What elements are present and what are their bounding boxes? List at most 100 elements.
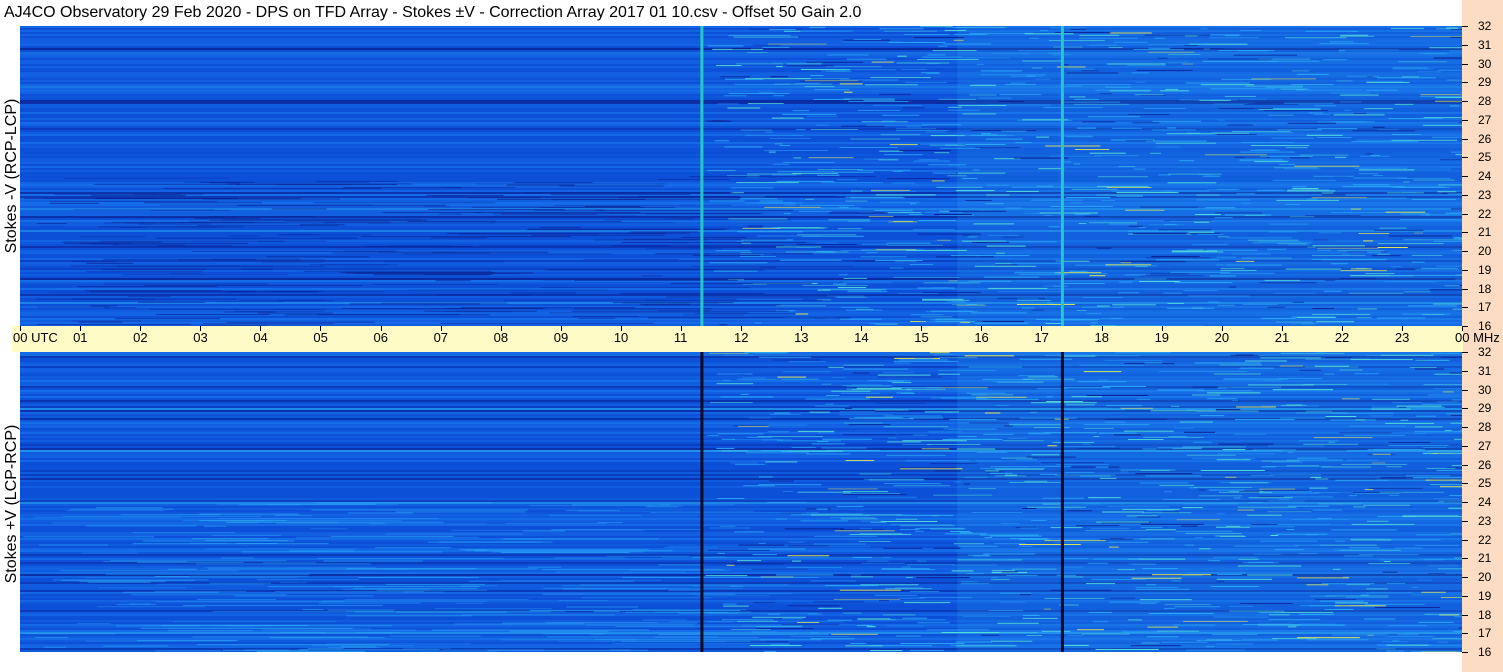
- signal-streak: [1048, 226, 1060, 228]
- signal-streak: [1079, 37, 1138, 39]
- signal-streak: [732, 438, 792, 440]
- signal-streak: [1086, 313, 1102, 315]
- background-streak: [144, 285, 362, 286]
- signal-streak: [1215, 535, 1245, 537]
- signal-streak: [1279, 164, 1295, 165]
- signal-streak: [1097, 176, 1148, 178]
- signal-streak: [1085, 407, 1107, 409]
- signal-streak: [745, 135, 804, 137]
- x-tick: [1341, 326, 1343, 331]
- background-streak: [52, 579, 209, 581]
- signal-streak: [975, 265, 1036, 267]
- signal-streak: [1317, 128, 1357, 130]
- x-tick-label: 21: [1274, 330, 1290, 345]
- signal-streak: [979, 534, 1039, 536]
- background-streak: [459, 549, 649, 551]
- chart-title: AJ4CO Observatory 29 Feb 2020 - DPS on T…: [4, 4, 862, 21]
- signal-streak: [782, 371, 832, 373]
- signal-streak: [774, 143, 783, 145]
- y-tick: [1462, 464, 1468, 466]
- signal-streak: [1453, 630, 1462, 632]
- signal-streak: [1062, 566, 1083, 568]
- signal-streak: [1030, 199, 1083, 201]
- signal-streak: [797, 430, 835, 432]
- background-streak: [487, 278, 536, 280]
- background-streak: [133, 193, 203, 195]
- background-streak: [168, 628, 371, 630]
- signal-streak: [1002, 236, 1024, 238]
- signal-streak: [1082, 297, 1124, 298]
- background-streak: [160, 204, 372, 206]
- background-streak: [312, 645, 415, 647]
- signal-streak: [1294, 165, 1360, 167]
- signal-streak: [1078, 223, 1087, 224]
- signal-streak: [715, 250, 751, 252]
- signal-streak: [955, 645, 1017, 647]
- signal-streak: [1391, 266, 1402, 268]
- y-tick-label: 26: [1478, 131, 1492, 146]
- signal-streak: [784, 528, 845, 530]
- y-tick-label: 21: [1478, 551, 1492, 566]
- signal-streak: [1379, 227, 1407, 229]
- background-streak: [431, 237, 488, 239]
- signal-streak: [1139, 482, 1189, 484]
- signal-streak: [907, 564, 955, 566]
- background-streak: [539, 207, 676, 208]
- signal-streak: [1349, 425, 1406, 427]
- signal-streak: [1140, 469, 1170, 471]
- signal-streak: [956, 448, 996, 450]
- signal-streak: [922, 292, 981, 293]
- signal-streak: [1216, 256, 1237, 258]
- background-streak: [277, 184, 353, 186]
- signal-streak: [1043, 432, 1097, 434]
- signal-streak: [900, 468, 963, 470]
- background-streak: [241, 268, 274, 270]
- signal-streak: [1286, 529, 1295, 530]
- signal-streak: [1428, 450, 1462, 452]
- signal-streak: [938, 45, 948, 47]
- signal-streak: [1216, 580, 1225, 582]
- signal-streak: [1007, 437, 1027, 439]
- signal-streak: [1002, 440, 1044, 442]
- signal-streak: [1112, 304, 1157, 306]
- signal-streak: [1089, 275, 1106, 277]
- x-tick: [741, 326, 742, 331]
- signal-streak: [1311, 197, 1367, 199]
- background-streak: [551, 199, 740, 201]
- signal-streak: [1233, 433, 1266, 435]
- signal-streak: [758, 484, 822, 486]
- signal-streak: [1024, 480, 1048, 482]
- signal-streak: [1401, 76, 1420, 78]
- signal-streak: [736, 182, 799, 184]
- signal-streak: [1342, 186, 1405, 188]
- signal-streak: [1021, 307, 1035, 309]
- background-streak: [455, 602, 484, 604]
- signal-streak: [1248, 502, 1263, 503]
- signal-streak: [1376, 317, 1426, 319]
- signal-streak: [1365, 355, 1381, 356]
- signal-streak: [1096, 247, 1112, 249]
- signal-streak: [1194, 362, 1261, 364]
- signal-streak: [740, 256, 776, 257]
- signal-streak: [1172, 624, 1216, 626]
- signal-streak: [1318, 232, 1342, 234]
- signal-streak: [1261, 460, 1300, 462]
- signal-streak: [843, 281, 892, 283]
- signal-streak: [840, 518, 878, 520]
- background-streak: [196, 563, 371, 565]
- signal-streak: [1140, 206, 1199, 208]
- signal-streak: [1403, 239, 1462, 241]
- signal-streak: [1138, 227, 1146, 228]
- signal-streak: [882, 619, 946, 621]
- signal-streak: [1437, 452, 1462, 454]
- signal-streak: [971, 312, 1027, 314]
- signal-streak: [832, 171, 874, 173]
- signal-streak: [1423, 384, 1462, 386]
- signal-streak: [1431, 352, 1460, 354]
- signal-streak: [758, 543, 766, 544]
- signal-streak: [1070, 466, 1120, 468]
- background-streak: [435, 608, 553, 610]
- signal-streak: [1135, 473, 1193, 475]
- signal-streak: [821, 447, 867, 449]
- signal-streak: [1106, 187, 1152, 188]
